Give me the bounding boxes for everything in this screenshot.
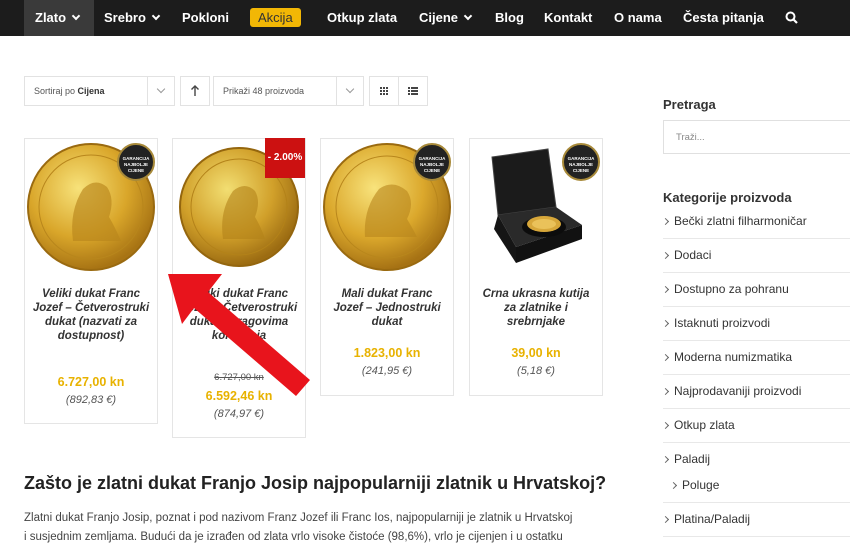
divider — [663, 306, 850, 307]
subcategory-link[interactable]: Poluge — [669, 478, 850, 492]
list-view-icon — [408, 87, 418, 95]
nav-item-cesta-pitanja[interactable]: Česta pitanja — [683, 0, 764, 36]
best-price-guarantee-badge: GARANCIJA NAJBOLJE CIJENE — [562, 143, 600, 181]
nav-item-srebro[interactable]: Srebro — [104, 0, 161, 36]
sort-dropdown-toggle[interactable] — [147, 77, 174, 105]
nav-item-blog[interactable]: Blog — [495, 0, 524, 36]
per-page-label: Prikaži 48 proizvoda — [223, 86, 305, 96]
search-widget-title: Pretraga — [663, 97, 716, 112]
search-placeholder: Traži... — [676, 132, 705, 143]
best-price-guarantee-badge: GARANCIJA NAJBOLJE CIJENE — [413, 143, 451, 181]
product-price-eur: (874,97 €) — [213, 408, 265, 420]
product-card[interactable]: GARANCIJA NAJBOLJE CIJENE Crna ukrasna k… — [469, 138, 603, 396]
product-card[interactable]: GARANCIJA NAJBOLJE CIJENE Veliki dukat F… — [24, 138, 158, 424]
chevron-down-icon — [345, 84, 355, 94]
nav-item-otkup-zlata[interactable]: Otkup zlata — [327, 0, 397, 36]
chevron-right-icon — [661, 285, 670, 294]
article-heading: Zašto je zlatni dukat Franjo Josip najpo… — [24, 473, 607, 493]
sort-direction-button[interactable] — [180, 76, 210, 106]
category-link[interactable]: Istaknuti proizvodi — [661, 316, 850, 330]
category-link[interactable]: Najprodavaniji proizvodi — [661, 384, 850, 398]
product-name[interactable]: Veliki dukat Franc Jozef – Četverostruki… — [31, 287, 151, 343]
category-link[interactable]: Moderna numizmatika — [661, 350, 850, 364]
category-link[interactable]: Paladij — [661, 452, 850, 466]
nav-label: Otkup zlata — [327, 10, 398, 25]
chevron-down-icon — [463, 11, 473, 21]
divider — [663, 340, 850, 341]
red-arrow-annotation — [168, 274, 310, 396]
category-link[interactable]: Dodaci — [661, 248, 850, 262]
article-paragraph: i susjednim zemljama. Budući da je izrađ… — [24, 531, 563, 543]
product-price-eur: (241,95 €) — [361, 365, 413, 377]
category-link[interactable]: Platina/Paladij — [661, 512, 850, 526]
nav-search-button[interactable] — [785, 0, 798, 36]
chevron-right-icon — [661, 387, 670, 396]
divider — [663, 502, 850, 503]
chevron-down-icon — [156, 84, 166, 94]
per-page-dropdown-toggle[interactable] — [336, 77, 363, 105]
nav-label: Pokloni — [182, 10, 229, 25]
list-view-button[interactable] — [398, 76, 428, 106]
search-icon — [785, 11, 798, 24]
product-price: 6.727,00 kn — [57, 375, 125, 389]
nav-label: O nama — [614, 10, 662, 25]
divider — [663, 238, 850, 239]
product-name[interactable]: Crna ukrasna kutija za zlatnike i srebrn… — [476, 287, 596, 329]
chevron-right-icon — [661, 251, 670, 260]
nav-label: Zlato — [35, 10, 67, 25]
nav-label: Cijene — [419, 10, 459, 25]
category-link[interactable]: Dostupno za pohranu — [661, 282, 850, 296]
grid-view-icon — [380, 87, 388, 95]
nav-item-kontakt[interactable]: Kontakt — [544, 0, 592, 36]
divider — [663, 408, 850, 409]
best-price-guarantee-badge: GARANCIJA NAJBOLJE CIJENE — [117, 143, 155, 181]
chevron-right-icon — [661, 353, 670, 362]
chevron-right-icon — [661, 421, 670, 430]
nav-item-zlato[interactable]: Zlato — [24, 0, 94, 36]
chevron-right-icon — [661, 455, 670, 464]
article-paragraph: Zlatni dukat Franjo Josip, poznat i pod … — [24, 512, 573, 524]
product-price-eur: (5,18 €) — [517, 365, 555, 377]
nav-item-o-nama[interactable]: O nama — [614, 0, 662, 36]
chevron-down-icon — [71, 11, 81, 21]
chevron-right-icon — [661, 217, 670, 226]
categories-widget-title: Kategorije proizvoda — [663, 190, 792, 205]
nav-item-akcija[interactable]: Akcija — [250, 0, 301, 36]
product-name[interactable]: Mali dukat Franc Jozef – Jednostruki duk… — [327, 287, 447, 329]
divider — [663, 442, 850, 443]
chevron-right-icon — [661, 515, 670, 524]
product-card[interactable]: GARANCIJA NAJBOLJE CIJENE Mali dukat Fra… — [320, 138, 454, 396]
category-link[interactable]: Bečki zlatni filharmoničar — [661, 214, 850, 228]
per-page-select[interactable]: Prikaži 48 proizvoda — [213, 76, 364, 106]
chevron-right-icon — [661, 319, 670, 328]
grid-view-button[interactable] — [369, 76, 399, 106]
nav-item-pokloni[interactable]: Pokloni — [182, 0, 229, 36]
divider — [663, 272, 850, 273]
nav-item-cijene[interactable]: Cijene — [419, 0, 473, 36]
nav-label: Blog — [495, 10, 524, 25]
top-navigation: Zlato Srebro Pokloni Akcija Otkup zlata … — [0, 0, 850, 36]
chevron-right-icon — [669, 481, 678, 490]
divider — [663, 374, 850, 375]
sort-by-label: Sortiraj po Cijena — [34, 86, 105, 96]
product-price: 39,00 kn — [511, 346, 561, 360]
nav-label: Akcija — [250, 8, 301, 27]
sidebar-search-input[interactable]: Traži... — [663, 120, 850, 154]
sort-by-select[interactable]: Sortiraj po Cijena — [24, 76, 175, 106]
product-price-eur: (892,83 €) — [65, 394, 117, 406]
divider — [663, 536, 850, 537]
nav-label: Kontakt — [544, 10, 593, 25]
category-link[interactable]: Otkup zlata — [661, 418, 850, 432]
chevron-down-icon — [151, 11, 161, 21]
arrow-up-icon — [191, 85, 199, 96]
sale-badge: - 2.00% — [265, 138, 305, 178]
nav-label: Srebro — [104, 10, 146, 25]
product-price: 1.823,00 kn — [353, 346, 421, 360]
nav-label: Česta pitanja — [683, 10, 764, 25]
